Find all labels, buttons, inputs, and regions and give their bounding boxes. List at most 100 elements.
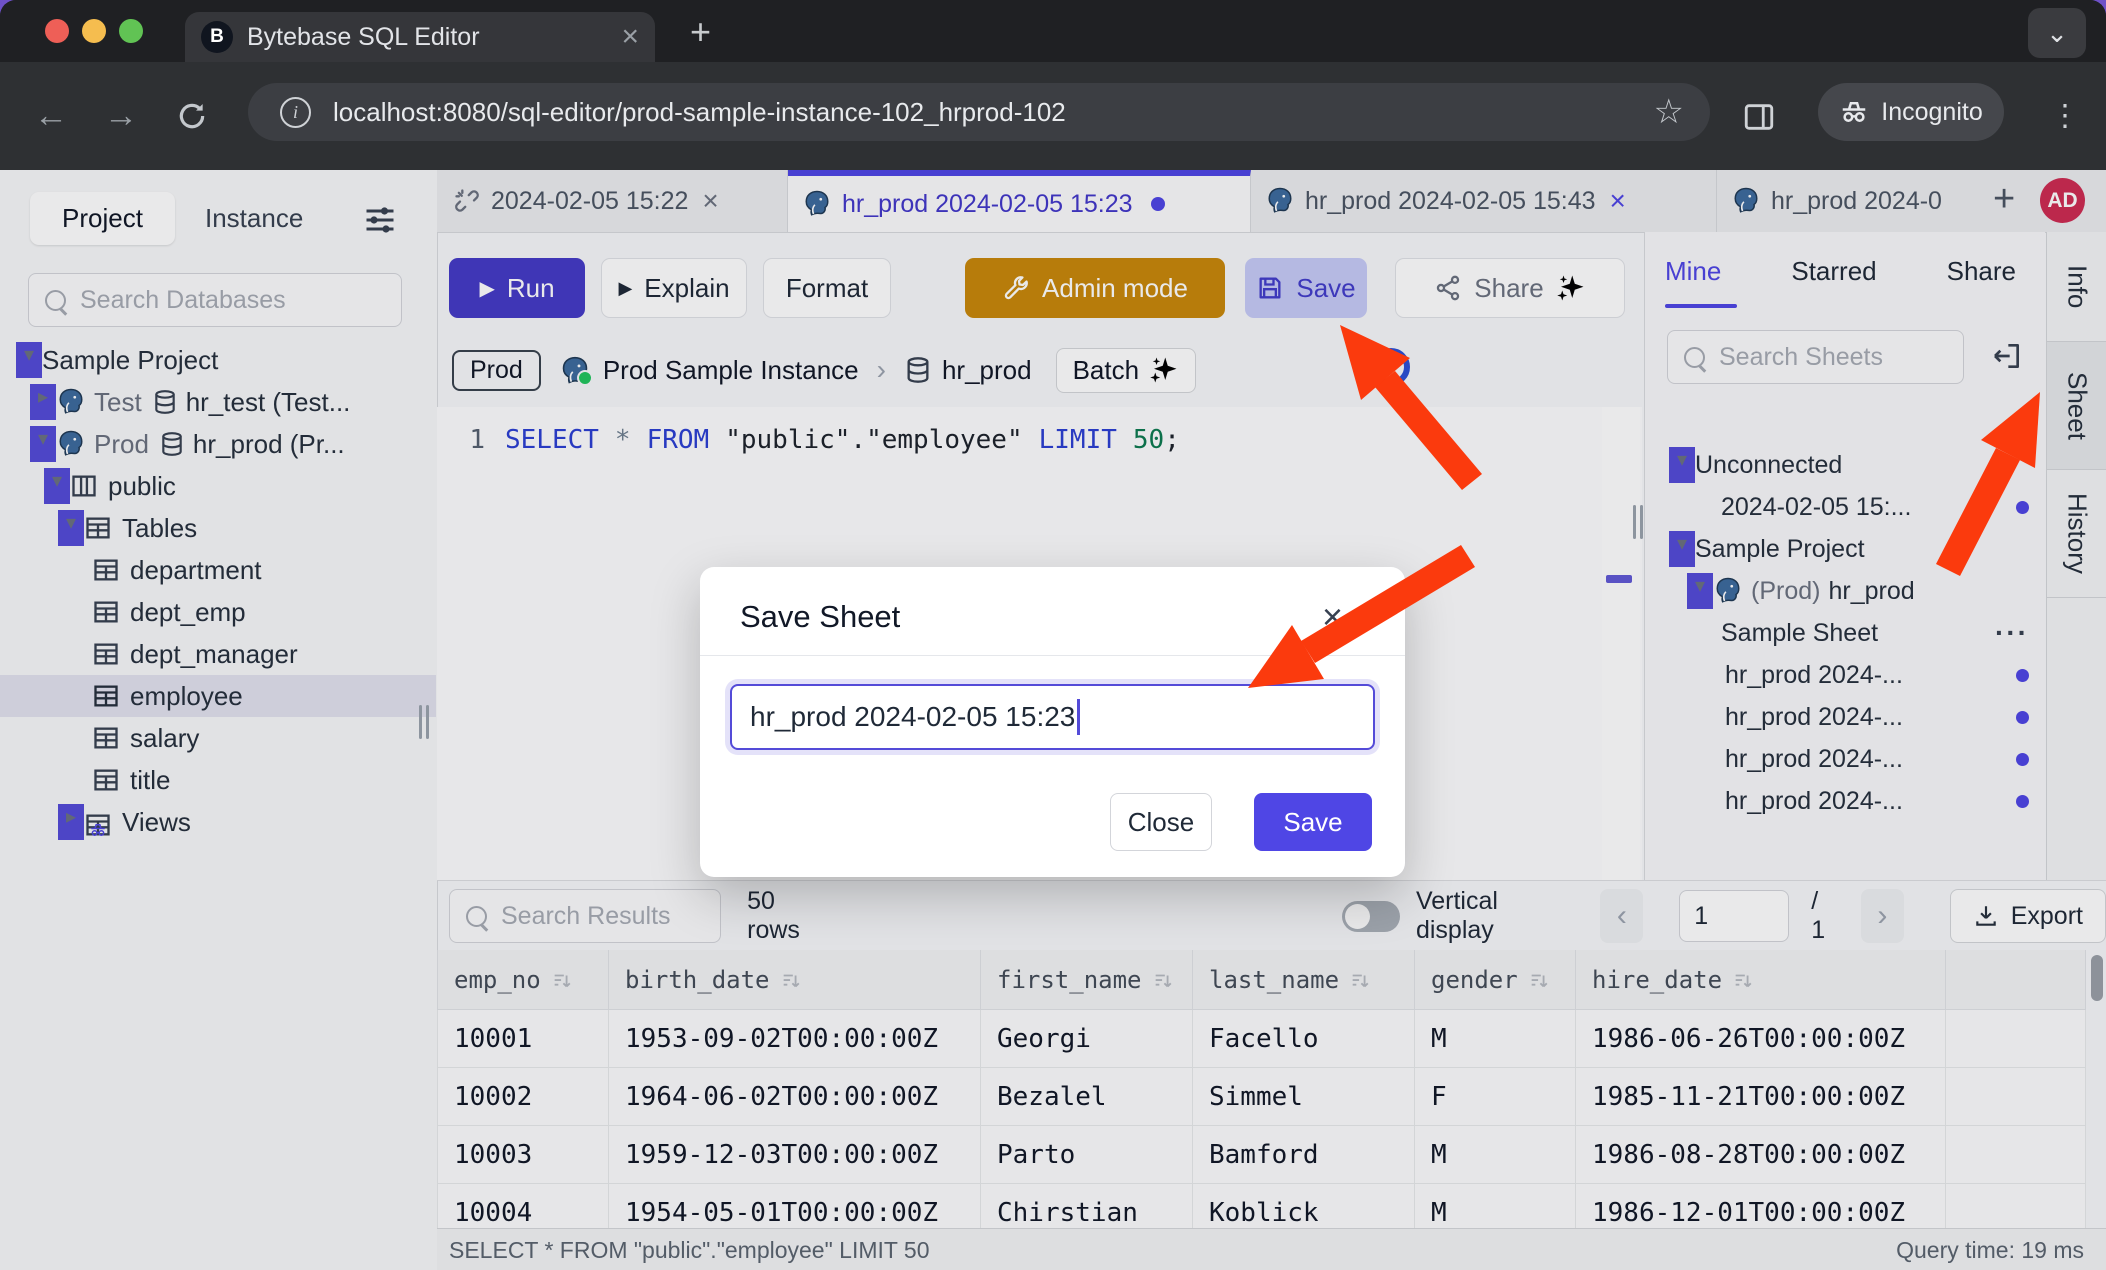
instance-name[interactable]: Prod Sample Instance bbox=[603, 355, 859, 386]
admin-mode-button[interactable]: Admin mode bbox=[965, 258, 1225, 318]
tree-item-schema-public[interactable]: ▾ public bbox=[0, 465, 436, 507]
sort-icon[interactable] bbox=[551, 970, 573, 992]
save-button[interactable]: Save bbox=[1245, 258, 1367, 318]
sort-icon[interactable] bbox=[1349, 970, 1371, 992]
table-row[interactable]: 100031959-12-03T00:00:00ZPartoBamfordM19… bbox=[438, 1126, 2086, 1184]
database-name[interactable]: hr_prod bbox=[942, 355, 1032, 386]
more-icon[interactable]: ··· bbox=[1995, 617, 2029, 649]
column-header[interactable]: first_name bbox=[981, 950, 1193, 1010]
sheet-group-database[interactable]: ▾ (Prod) hr_prod bbox=[1645, 570, 2045, 612]
run-button[interactable]: ▶ Run bbox=[449, 258, 585, 318]
sort-icon[interactable] bbox=[1528, 970, 1550, 992]
tree-item-hr-prod[interactable]: ▾ Prod hr_prod (Pr... bbox=[0, 423, 436, 465]
close-icon[interactable]: × bbox=[702, 185, 718, 217]
sheet-item[interactable]: Sample Sheet ··· bbox=[1645, 612, 2045, 654]
sheet-tab[interactable]: hr_prod 2024-0 bbox=[1717, 170, 1990, 232]
tab-mine[interactable]: Mine bbox=[1665, 256, 1721, 287]
caret-down-icon[interactable]: ▾ bbox=[58, 510, 84, 546]
column-header[interactable]: emp_no bbox=[438, 950, 609, 1010]
caret-down-icon[interactable]: ▾ bbox=[1669, 447, 1695, 483]
tab-starred[interactable]: Starred bbox=[1791, 256, 1876, 287]
table-row[interactable]: 100011953-09-02T00:00:00ZGeorgiFacelloM1… bbox=[438, 1010, 2086, 1068]
forward-icon[interactable]: → bbox=[104, 97, 138, 136]
tab-search-chevron-button[interactable]: ⌄ bbox=[2028, 8, 2086, 58]
sidebar-tab-instance[interactable]: Instance bbox=[205, 192, 303, 245]
tree-item-table[interactable]: dept_emp bbox=[0, 591, 436, 633]
tab-share[interactable]: Share bbox=[1947, 256, 2016, 287]
window-zoom-button[interactable] bbox=[119, 19, 143, 43]
tab-close-icon[interactable]: × bbox=[621, 22, 639, 52]
close-icon[interactable]: × bbox=[1610, 185, 1626, 217]
sort-icon[interactable] bbox=[1152, 970, 1174, 992]
bookmark-star-icon[interactable]: ☆ bbox=[1654, 92, 1684, 132]
sheet-name-input[interactable]: hr_prod 2024-02-05 15:23 bbox=[730, 684, 1375, 750]
tree-item-table[interactable]: title bbox=[0, 759, 436, 801]
column-header[interactable]: hire_date bbox=[1576, 950, 1946, 1010]
caret-right-icon[interactable]: ▸ bbox=[30, 384, 56, 420]
add-sheet-icon[interactable]: + bbox=[1993, 178, 2015, 221]
filter-sliders-icon[interactable] bbox=[362, 202, 398, 238]
tab-history[interactable]: History bbox=[2047, 470, 2106, 598]
caret-right-icon[interactable]: ▸ bbox=[58, 804, 84, 840]
environment-badge[interactable]: Prod bbox=[452, 350, 541, 391]
export-button[interactable]: Export bbox=[1950, 889, 2106, 943]
caret-down-icon[interactable]: ▾ bbox=[44, 468, 70, 504]
sheet-item[interactable]: hr_prod 2024-... bbox=[1645, 654, 2045, 696]
column-header[interactable]: last_name bbox=[1193, 950, 1415, 1010]
next-page-button[interactable]: › bbox=[1861, 889, 1904, 943]
tree-item-tables-group[interactable]: ▾ Tables bbox=[0, 507, 436, 549]
tree-item-table[interactable]: department bbox=[0, 549, 436, 591]
site-info-icon[interactable]: i bbox=[280, 97, 311, 128]
column-header[interactable]: birth_date bbox=[609, 950, 981, 1010]
caret-down-icon[interactable]: ▾ bbox=[16, 342, 42, 378]
reload-icon[interactable] bbox=[176, 100, 208, 132]
sheet-item[interactable]: 2024-02-05 15:... bbox=[1645, 486, 2045, 528]
sheet-tab-unconnected[interactable]: 2024-02-05 15:22 × bbox=[437, 170, 788, 232]
tab-info[interactable]: Info bbox=[2047, 232, 2106, 342]
tree-item-table[interactable]: dept_manager bbox=[0, 633, 436, 675]
sheet-item[interactable]: hr_prod 2024-... bbox=[1645, 738, 2045, 780]
tree-item-table-selected[interactable]: employee bbox=[0, 675, 436, 717]
url-text[interactable]: localhost:8080/sql-editor/prod-sample-in… bbox=[333, 97, 1654, 128]
batch-button[interactable]: Batch bbox=[1056, 348, 1197, 393]
explain-button[interactable]: ▶ Explain bbox=[601, 258, 747, 318]
new-tab-button[interactable]: + bbox=[690, 14, 711, 50]
grid-scrollbar[interactable] bbox=[2088, 950, 2106, 1228]
window-minimize-button[interactable] bbox=[82, 19, 106, 43]
dialog-close-icon[interactable]: × bbox=[1322, 599, 1343, 635]
dialog-save-button[interactable]: Save bbox=[1254, 793, 1372, 851]
database-search-box[interactable] bbox=[28, 273, 402, 327]
sheet-item[interactable]: hr_prod 2024-... bbox=[1645, 696, 2045, 738]
sidebar-resize-handle[interactable] bbox=[419, 705, 431, 739]
tree-item-views-group[interactable]: ▸ Views bbox=[0, 801, 436, 843]
editor-scrollbar[interactable] bbox=[1602, 407, 1640, 880]
address-bar[interactable]: i localhost:8080/sql-editor/prod-sample-… bbox=[248, 83, 1710, 141]
sort-icon[interactable] bbox=[1732, 970, 1754, 992]
sheet-tab-active[interactable]: hr_prod 2024-02-05 15:23 bbox=[788, 170, 1251, 232]
caret-down-icon[interactable]: ▾ bbox=[1687, 573, 1713, 609]
side-panel-icon[interactable] bbox=[1742, 100, 1776, 134]
tree-item-hr-test[interactable]: ▸ Test hr_test (Test... bbox=[0, 381, 436, 423]
browser-tab[interactable]: B Bytebase SQL Editor × bbox=[185, 12, 655, 62]
sheet-search-input[interactable] bbox=[1717, 342, 1963, 373]
prev-page-button[interactable]: ‹ bbox=[1600, 889, 1643, 943]
results-search-box[interactable] bbox=[449, 889, 721, 943]
sheet-group-project[interactable]: ▾ Sample Project bbox=[1645, 528, 2045, 570]
table-row[interactable]: 100021964-06-02T00:00:00ZBezalelSimmelF1… bbox=[438, 1068, 2086, 1126]
sheet-group-unconnected[interactable]: ▾ Unconnected bbox=[1645, 444, 2045, 486]
table-row[interactable]: 100041954-05-01T00:00:00ZChirstianKoblic… bbox=[438, 1184, 2086, 1229]
column-header[interactable]: gender bbox=[1415, 950, 1576, 1010]
back-icon[interactable]: ← bbox=[34, 97, 68, 136]
sidebar-tab-project[interactable]: Project bbox=[30, 192, 175, 245]
caret-down-icon[interactable]: ▾ bbox=[30, 426, 56, 462]
window-close-button[interactable] bbox=[45, 19, 69, 43]
format-button[interactable]: Format bbox=[763, 258, 891, 318]
sheet-search-box[interactable] bbox=[1667, 330, 1964, 384]
dialog-close-button[interactable]: Close bbox=[1110, 793, 1212, 851]
page-input[interactable] bbox=[1679, 890, 1789, 942]
tree-item-project[interactable]: ▾ Sample Project bbox=[0, 339, 436, 381]
vertical-display-toggle[interactable] bbox=[1342, 901, 1400, 932]
sheet-item[interactable]: hr_prod 2024-... bbox=[1645, 780, 2045, 822]
sort-icon[interactable] bbox=[780, 970, 802, 992]
caret-down-icon[interactable]: ▾ bbox=[1669, 531, 1695, 567]
